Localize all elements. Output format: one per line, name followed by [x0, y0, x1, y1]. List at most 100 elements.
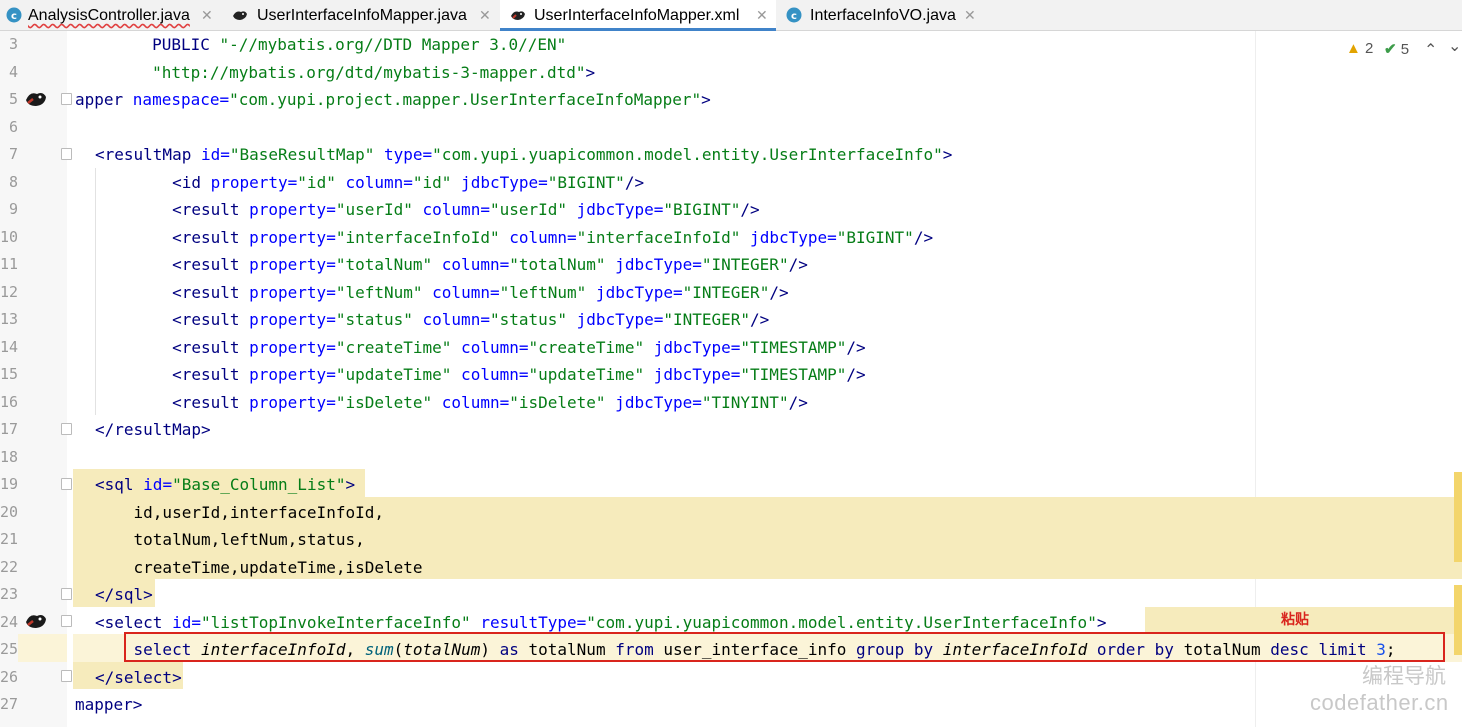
code-token: id=: [200, 145, 230, 164]
line-number: 18: [0, 447, 19, 466]
code-text: <result property="createTime" column="cr…: [95, 334, 866, 362]
code-line[interactable]: 15 <result property="updateTime" column=…: [0, 361, 1462, 389]
svg-text:c: c: [11, 11, 17, 22]
code-token: "createTime": [335, 337, 452, 357]
line-number: 16: [0, 392, 19, 411]
code-token: property=: [249, 200, 336, 219]
code-token: "leftNum": [499, 282, 587, 302]
code-token: "id": [412, 172, 452, 192]
code-token: property=: [249, 310, 336, 329]
close-icon[interactable]: ✕: [756, 0, 768, 31]
code-token: <result: [95, 282, 250, 302]
warning-counter[interactable]: ▲ 2: [1346, 40, 1373, 57]
code-text: "http://mybatis.org/dtd/mybatis-3-mapper…: [75, 59, 595, 87]
code-token: namespace=: [132, 90, 230, 109]
code-token: type=: [374, 145, 433, 164]
code-token: "INTEGER": [663, 310, 751, 329]
code-line[interactable]: 6: [0, 114, 1462, 142]
code-line[interactable]: 18: [0, 444, 1462, 472]
code-line[interactable]: 7 <resultMap id="BaseResultMap" type="com…: [0, 141, 1462, 169]
code-token: "TINYINT": [701, 392, 789, 412]
code-line[interactable]: 11 <result property="totalNum" column="t…: [0, 251, 1462, 279]
code-token: jdbcType=: [644, 337, 741, 357]
code-token: "createTime": [528, 337, 645, 357]
code-text: </select>: [95, 664, 182, 692]
code-token: column=: [412, 200, 490, 219]
code-line[interactable]: 13 <result property="status" column="sta…: [0, 306, 1462, 334]
code-token: />: [913, 227, 934, 247]
code-token: />: [846, 365, 866, 384]
line-number: 3: [8, 35, 18, 53]
tab-interface-info-vo[interactable]: c InterfaceInfoVO.java ✕: [776, 0, 986, 31]
code-token: id=: [172, 612, 201, 632]
line-number: 8: [8, 172, 18, 191]
code-token: "isDelete": [509, 392, 606, 412]
tab-label: UserInterfaceInfoMapper.java: [257, 7, 467, 24]
line-number: 19: [0, 475, 19, 493]
check-counter[interactable]: ✔ 5: [1384, 40, 1409, 58]
code-text: <result property="status" column="status…: [95, 306, 769, 334]
next-highlight-button[interactable]: ⌄: [1448, 36, 1461, 56]
code-token: "-//mybatis.org//DTD Mapper 3.0//EN": [219, 35, 567, 54]
code-line[interactable]: 3 PUBLIC "-//mybatis.org//DTD Mapper 3.0…: [0, 31, 1462, 59]
code-text: <result property="totalNum" column="tota…: [95, 251, 808, 279]
code-line[interactable]: 8 <id property="id" column="id" jdbcType…: [0, 169, 1462, 197]
code-line[interactable]: 4 "http://mybatis.org/dtd/mybatis-3-mapp…: [0, 59, 1462, 87]
code-line[interactable]: 9 <result property="userId" column="user…: [0, 196, 1462, 224]
code-token: property=: [249, 337, 336, 357]
code-token: "totalNum": [509, 255, 606, 274]
close-icon[interactable]: ✕: [201, 0, 213, 31]
code-token: apper: [75, 90, 133, 109]
tab-label: AnalysisController.java: [28, 7, 190, 24]
tab-user-interface-info-mapper-xml[interactable]: UserInterfaceInfoMapper.xml ✕: [500, 0, 776, 31]
paste-annotation: 粘贴: [1281, 611, 1309, 627]
code-line[interactable]: 20 id,userId,interfaceInfoId,: [0, 499, 1462, 527]
code-token: property=: [249, 365, 336, 384]
code-token: column=: [422, 282, 500, 302]
code-token: <sql: [95, 475, 144, 494]
close-icon[interactable]: ✕: [964, 0, 976, 31]
tab-label: InterfaceInfoVO.java: [810, 7, 956, 24]
line-number: 7: [8, 145, 18, 163]
tab-user-interface-info-mapper-java[interactable]: UserInterfaceInfoMapper.java ✕: [222, 0, 500, 31]
previous-highlight-button[interactable]: ⌃: [1424, 40, 1437, 60]
code-token: "com.yupi.yuapicommon.model.entity.UserI…: [586, 612, 1097, 632]
code-line[interactable]: 21 totalNum,leftNum,status,: [0, 526, 1462, 554]
line-number: 12: [0, 282, 19, 301]
code-token: "Base_Column_List": [172, 475, 346, 494]
code-token: <resultMap: [95, 145, 201, 164]
code-token: jdbcType=: [567, 310, 664, 329]
code-token: <result: [95, 365, 250, 384]
code-text: <id property="id" column="id" jdbcType="…: [95, 169, 644, 197]
code-text: </resultMap>: [95, 416, 211, 444]
code-token: column=: [499, 227, 577, 247]
code-line[interactable]: 26 </select>: [0, 664, 1462, 692]
close-icon[interactable]: ✕: [479, 0, 491, 31]
code-line[interactable]: 22 createTime,updateTime,isDelete: [0, 554, 1462, 582]
code-line[interactable]: 17 </resultMap>: [0, 416, 1462, 444]
line-number: 25: [0, 640, 19, 658]
line-number: 13: [0, 310, 19, 328]
code-line[interactable]: 5 apper namespace="com.yupi.project.mappe…: [0, 86, 1462, 114]
tab-analysis-controller[interactable]: c AnalysisController.java ✕: [0, 0, 222, 31]
code-token: column=: [451, 365, 529, 384]
code-line[interactable]: 16 <result property="isDelete" column="i…: [0, 389, 1462, 417]
code-token: >: [345, 475, 356, 494]
code-text: apper namespace="com.yupi.project.mapper…: [75, 86, 711, 114]
code-token: </select>: [95, 667, 182, 687]
code-line[interactable]: 12 <result property="leftNum" column="le…: [0, 279, 1462, 307]
code-token: />: [788, 392, 808, 412]
code-line[interactable]: 27 mapper>: [0, 691, 1462, 719]
code-token: <result: [95, 337, 250, 357]
code-token: />: [846, 337, 866, 357]
code-line[interactable]: 19 <sql id="Base_Column_List">: [0, 471, 1462, 499]
code-token: "http://mybatis.org/dtd/mybatis-3-mapper…: [152, 62, 586, 82]
code-token: column=: [412, 310, 490, 329]
code-line[interactable]: 14 <result property="createTime" column=…: [0, 334, 1462, 362]
mybatis-icon: [511, 11, 525, 20]
code-token: </sql>: [95, 585, 153, 604]
code-line[interactable]: 23 </sql>: [0, 581, 1462, 609]
code-token: />: [740, 200, 760, 219]
code-token: "TIMESTAMP": [740, 337, 847, 357]
code-line[interactable]: 10 <result property="interfaceInfoId" co…: [0, 224, 1462, 252]
